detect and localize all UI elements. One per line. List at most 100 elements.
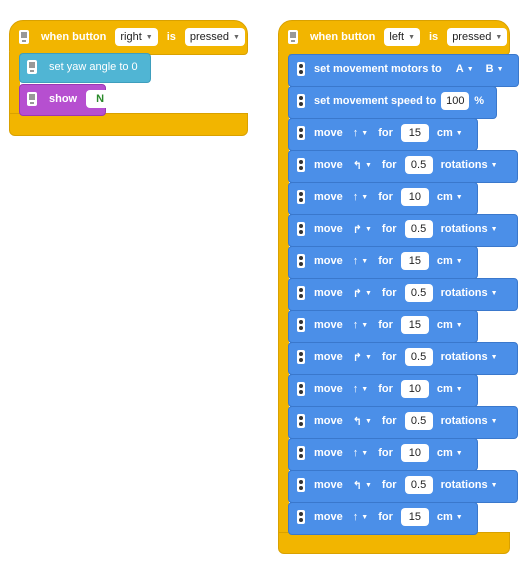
state-value: pressed <box>189 31 230 43</box>
direction-arrow-icon: ↰ <box>352 479 362 492</box>
unit-dropdown[interactable]: rotations ▼ <box>441 415 498 427</box>
direction-dropdown[interactable]: ↑ ▼ <box>353 511 368 523</box>
show-value-input[interactable]: N <box>86 90 115 108</box>
chevron-down-icon: ▼ <box>455 449 463 457</box>
amount-input[interactable]: 0.5 <box>404 348 433 366</box>
chevron-down-icon: ▼ <box>361 257 369 265</box>
direction-arrow-icon: ↑ <box>352 127 359 139</box>
chevron-down-icon: ▼ <box>455 385 463 393</box>
move-row: move ↑ ▼ for 15 cm ▼ <box>294 123 463 143</box>
unit-value: cm <box>436 447 453 459</box>
motor-a-dropdown[interactable]: A ▼ <box>456 63 474 75</box>
speed-unit: % <box>474 95 485 107</box>
direction-dropdown[interactable]: ↑ ▼ <box>353 255 368 267</box>
amount-input[interactable]: 0.5 <box>404 284 433 302</box>
amount-input[interactable]: 0.5 <box>404 476 433 494</box>
unit-dropdown[interactable]: rotations ▼ <box>441 351 498 363</box>
unit-value: rotations <box>440 159 488 171</box>
hat-row: when button left ▼ is pressed ▼ <box>286 26 512 48</box>
unit-value: rotations <box>440 415 488 427</box>
direction-dropdown[interactable]: ↑ ▼ <box>353 127 368 139</box>
direction-dropdown[interactable]: ↑ ▼ <box>353 191 368 203</box>
for-label: for <box>381 287 397 299</box>
unit-value: rotations <box>440 223 488 235</box>
amount-input[interactable]: 0.5 <box>404 220 433 238</box>
motor-pair-icon <box>294 444 308 462</box>
move-row: move ↱ ▼ for 0.5 rotations ▼ <box>294 283 498 303</box>
unit-dropdown[interactable]: rotations ▼ <box>441 479 498 491</box>
motor-pair-icon <box>294 188 308 206</box>
amount-input[interactable]: 0.5 <box>404 412 433 430</box>
state-value: pressed <box>452 31 492 43</box>
chevron-down-icon: ▼ <box>490 225 498 233</box>
unit-dropdown[interactable]: cm ▼ <box>437 511 463 523</box>
amount-input[interactable]: 10 <box>400 444 429 462</box>
move-row: move ↑ ▼ for 15 cm ▼ <box>294 507 463 527</box>
chevron-down-icon: ▼ <box>361 385 369 393</box>
motor-pair-icon <box>294 252 308 270</box>
unit-dropdown[interactable]: cm ▼ <box>437 319 463 331</box>
chevron-down-icon: ▼ <box>490 353 498 361</box>
unit-dropdown[interactable]: cm ▼ <box>437 255 463 267</box>
direction-arrow-icon: ↱ <box>352 287 362 300</box>
motor-pair-icon <box>294 476 308 494</box>
amount-input[interactable]: 15 <box>400 508 429 526</box>
move-row: move ↰ ▼ for 0.5 rotations ▼ <box>294 155 498 175</box>
direction-dropdown[interactable]: ↑ ▼ <box>353 319 368 331</box>
direction-dropdown[interactable]: ↰ ▼ <box>353 479 372 492</box>
unit-dropdown[interactable]: rotations ▼ <box>441 159 498 171</box>
unit-dropdown[interactable]: cm ▼ <box>437 127 463 139</box>
direction-dropdown[interactable]: ↱ ▼ <box>353 287 372 300</box>
amount-input[interactable]: 10 <box>400 380 429 398</box>
direction-dropdown[interactable]: ↰ ▼ <box>353 415 372 428</box>
state-dropdown[interactable]: pressed ▼ <box>447 28 508 46</box>
move-row: move ↑ ▼ for 10 cm ▼ <box>294 379 463 399</box>
move-label: move <box>314 255 343 267</box>
direction-dropdown[interactable]: ↑ ▼ <box>353 447 368 459</box>
button-dropdown[interactable]: left ▼ <box>384 28 420 46</box>
unit-dropdown[interactable]: cm ▼ <box>437 383 463 395</box>
motor-pair-icon <box>294 284 308 302</box>
motors-label: set movement motors to <box>314 63 442 75</box>
chevron-down-icon: ▼ <box>455 257 463 265</box>
motor-pair-icon <box>294 412 308 430</box>
chevron-down-icon: ▼ <box>455 193 463 201</box>
button-value: right <box>120 31 142 43</box>
amount-input[interactable]: 15 <box>400 252 429 270</box>
yaw-row: set yaw angle to 0 <box>25 57 142 77</box>
amount-input[interactable]: 0.5 <box>404 156 433 174</box>
unit-dropdown[interactable]: cm ▼ <box>437 191 463 203</box>
chevron-down-icon: ▼ <box>364 353 372 361</box>
unit-value: cm <box>436 127 453 139</box>
move-row: move ↑ ▼ for 15 cm ▼ <box>294 251 463 271</box>
state-dropdown[interactable]: pressed ▼ <box>184 28 245 46</box>
direction-dropdown[interactable]: ↑ ▼ <box>353 383 368 395</box>
motor-b-value: B <box>485 63 494 75</box>
move-label: move <box>314 383 343 395</box>
for-label: for <box>378 255 393 267</box>
chevron-down-icon: ▼ <box>361 513 369 521</box>
hat-label: when button <box>41 31 107 43</box>
button-dropdown[interactable]: right ▼ <box>115 28 158 46</box>
unit-dropdown[interactable]: rotations ▼ <box>441 287 498 299</box>
direction-dropdown[interactable]: ↰ ▼ <box>353 159 372 172</box>
unit-value: cm <box>436 511 453 523</box>
speed-row: set movement speed to 100 % <box>294 91 484 111</box>
move-label: move <box>314 191 343 203</box>
speed-input[interactable]: 100 <box>441 92 470 110</box>
is-label: is <box>429 31 439 43</box>
amount-input[interactable]: 15 <box>400 124 429 142</box>
unit-dropdown[interactable]: cm ▼ <box>437 447 463 459</box>
unit-dropdown[interactable]: rotations ▼ <box>441 223 498 235</box>
direction-dropdown[interactable]: ↱ ▼ <box>353 223 372 236</box>
is-label: is <box>166 31 176 43</box>
amount-input[interactable]: 15 <box>400 316 429 334</box>
move-row: move ↰ ▼ for 0.5 rotations ▼ <box>294 411 498 431</box>
chevron-down-icon: ▼ <box>361 193 369 201</box>
for-label: for <box>381 351 397 363</box>
motor-b-dropdown[interactable]: B ▼ <box>486 63 504 75</box>
direction-dropdown[interactable]: ↱ ▼ <box>353 351 372 364</box>
amount-input[interactable]: 10 <box>400 188 429 206</box>
chevron-down-icon: ▼ <box>145 33 153 41</box>
show-label: show <box>49 93 78 105</box>
